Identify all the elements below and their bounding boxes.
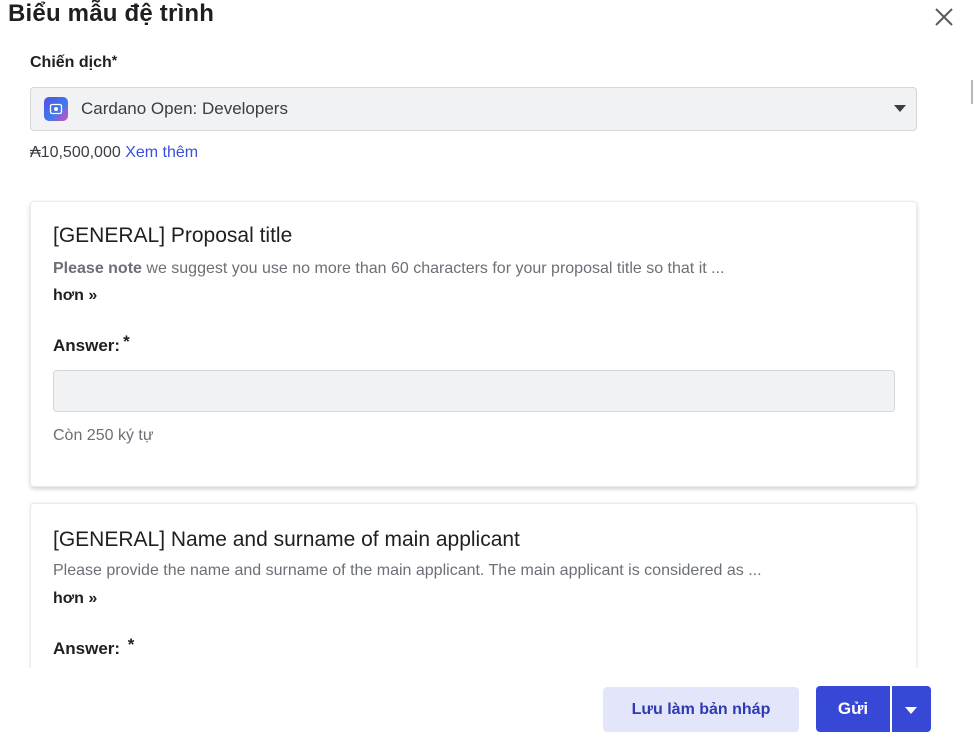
required-mark: *	[111, 52, 118, 68]
question-description-bold: Please note	[53, 260, 142, 277]
question-description-text: we suggest you use no more than 60 chara…	[141, 260, 725, 277]
campaign-logo-icon	[44, 97, 68, 121]
campaign-label: Chiến dịch*	[30, 52, 118, 72]
question-card-proposal-title: [GENERAL] Proposal title Please note we …	[30, 201, 917, 487]
campaign-budget-row: ₳10,500,000 Xem thêm	[30, 144, 198, 162]
modal-title: Biểu mẫu đệ trình	[8, 0, 215, 27]
show-more-link[interactable]: hơn »	[53, 590, 97, 608]
question-title: [GENERAL] Name and surname of main appli…	[53, 528, 520, 551]
close-icon	[935, 8, 953, 26]
send-button[interactable]: Gửi	[816, 686, 890, 732]
campaign-budget: ₳10,500,000	[30, 144, 121, 161]
campaign-label-text: Chiến dịch	[30, 54, 112, 71]
send-options-button[interactable]	[892, 686, 931, 732]
answer-label-text: Answer:	[53, 639, 125, 658]
campaign-select[interactable]: Cardano Open: Developers	[30, 87, 917, 131]
answer-label-text: Answer:	[53, 336, 121, 355]
save-draft-button[interactable]: Lưu làm bản nháp	[603, 687, 799, 732]
see-more-link[interactable]: Xem thêm	[125, 144, 198, 161]
question-description: Please note we suggest you use no more t…	[53, 260, 724, 278]
required-mark: *	[123, 332, 130, 351]
question-title: [GENERAL] Proposal title	[53, 224, 293, 247]
proposal-title-input[interactable]	[53, 370, 895, 412]
answer-label: Answer: *	[53, 635, 134, 659]
character-counter: Còn 250 ký tự	[53, 427, 154, 444]
question-description: Please provide the name and surname of t…	[53, 562, 762, 579]
required-mark: *	[127, 635, 135, 654]
answer-label: Answer: *	[53, 332, 130, 356]
campaign-selected-value: Cardano Open: Developers	[81, 99, 288, 118]
chevron-down-icon	[905, 707, 917, 714]
chevron-down-icon	[894, 105, 906, 112]
scrollbar-thumb[interactable]	[971, 80, 973, 104]
close-button[interactable]	[930, 3, 958, 31]
show-more-link[interactable]: hơn »	[53, 287, 97, 305]
